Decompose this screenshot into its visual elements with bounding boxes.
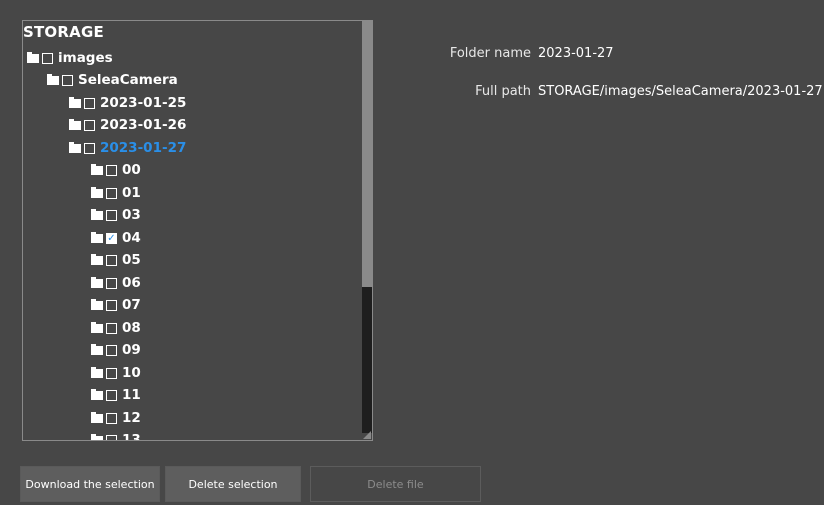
checkbox-13[interactable] [106,434,117,440]
folder-icon [91,367,103,378]
folder-icon [91,209,103,220]
resize-grip-icon[interactable] [363,431,371,439]
checkbox-00[interactable] [106,164,117,176]
tree-item-2023-01-25[interactable]: 2023-01-25 [69,93,186,113]
tree-item-label: 2023-01-25 [100,95,187,111]
tree-item-11[interactable]: 11 [91,385,141,405]
folder-icon [27,52,39,63]
tree-item-12[interactable]: 12 [91,408,141,428]
tree-item-05[interactable]: 05 [91,250,141,270]
checkbox-12[interactable] [106,412,117,424]
tree-item-label: 09 [122,342,141,358]
tree-scrollbar[interactable] [362,21,372,433]
tree-item-label: 12 [122,410,141,426]
checkbox-11[interactable] [106,389,117,401]
checkbox-07[interactable] [106,299,117,311]
folder-icon [91,412,103,423]
tree-item-01[interactable]: 01 [91,183,141,203]
folder-icon [91,389,103,400]
tree-item-label: 03 [122,207,141,223]
folder-icon [91,187,103,198]
tree-item-04[interactable]: 04 [91,228,141,248]
folder-icon [69,142,81,153]
tree-item-label: 04 [122,230,141,246]
tree-item-13[interactable]: 13 [91,430,141,441]
tree-item-03[interactable]: 03 [91,205,141,225]
checkbox-2023-01-26[interactable] [84,119,95,131]
folder-icon [91,322,103,333]
checkbox-05[interactable] [106,254,117,266]
folder-icon [91,254,103,265]
tree-item-08[interactable]: 08 [91,318,141,338]
folder-icon [91,277,103,288]
tree-item-07[interactable]: 07 [91,295,141,315]
tree-item-label: 2023-01-26 [100,117,187,133]
tree-item-label: 2023-01-27 [100,140,187,156]
folder-name-label: Folder name [449,46,531,61]
tree-item-images[interactable]: images [27,48,113,68]
folder-tree-panel[interactable]: STORAGE images SeleaCamera 2023-01-25 20… [22,20,373,441]
tree-item-06[interactable]: 06 [91,273,141,293]
tree-item-label: 13 [122,432,141,441]
tree-item-label: 11 [122,387,141,403]
tree-item-2023-01-26[interactable]: 2023-01-26 [69,115,186,135]
tree-item-label: 10 [122,365,141,381]
folder-icon [91,344,103,355]
tree-item-label: 06 [122,275,141,291]
folder-icon [69,119,81,130]
folder-icon [91,299,103,310]
tree-item-label: 00 [122,162,141,178]
folder-icon [47,74,59,85]
checkbox-seleacamera[interactable] [62,74,73,86]
checkbox-08[interactable] [106,322,117,334]
folder-icon [91,164,103,175]
tree-root-label[interactable]: STORAGE [23,23,104,41]
checkbox-04-checked[interactable] [106,232,117,244]
checkbox-03[interactable] [106,209,117,221]
checkbox-01[interactable] [106,187,117,199]
tree-item-label: images [58,50,113,66]
checkbox-06[interactable] [106,277,117,289]
tree-item-09[interactable]: 09 [91,340,141,360]
checkbox-10[interactable] [106,367,117,379]
download-selection-button[interactable]: Download the selection [20,466,160,502]
tree-item-00[interactable]: 00 [91,160,141,180]
delete-file-button[interactable]: Delete file [310,466,481,502]
tree-item-label: 01 [122,185,141,201]
checkbox-2023-01-25[interactable] [84,97,95,109]
tree-item-label: 05 [122,252,141,268]
tree-item-label: 08 [122,320,141,336]
folder-icon [91,434,103,440]
tree-item-label: SeleaCamera [78,72,178,88]
folder-icon [91,232,103,243]
tree-scrollbar-thumb[interactable] [362,21,372,287]
tree-item-label: 07 [122,297,141,313]
full-path-label: Full path [475,84,531,99]
tree-item-seleacamera[interactable]: SeleaCamera [47,70,178,90]
folder-icon [69,97,81,108]
checkbox-09[interactable] [106,344,117,356]
delete-selection-button[interactable]: Delete selection [165,466,301,502]
folder-name-value: 2023-01-27 [538,46,614,61]
checkbox-2023-01-27[interactable] [84,142,95,154]
full-path-value: STORAGE/images/SeleaCamera/2023-01-27 [538,84,823,99]
tree-item-10[interactable]: 10 [91,363,141,383]
tree-item-2023-01-27[interactable]: 2023-01-27 [69,138,186,158]
checkbox-images[interactable] [42,52,53,64]
